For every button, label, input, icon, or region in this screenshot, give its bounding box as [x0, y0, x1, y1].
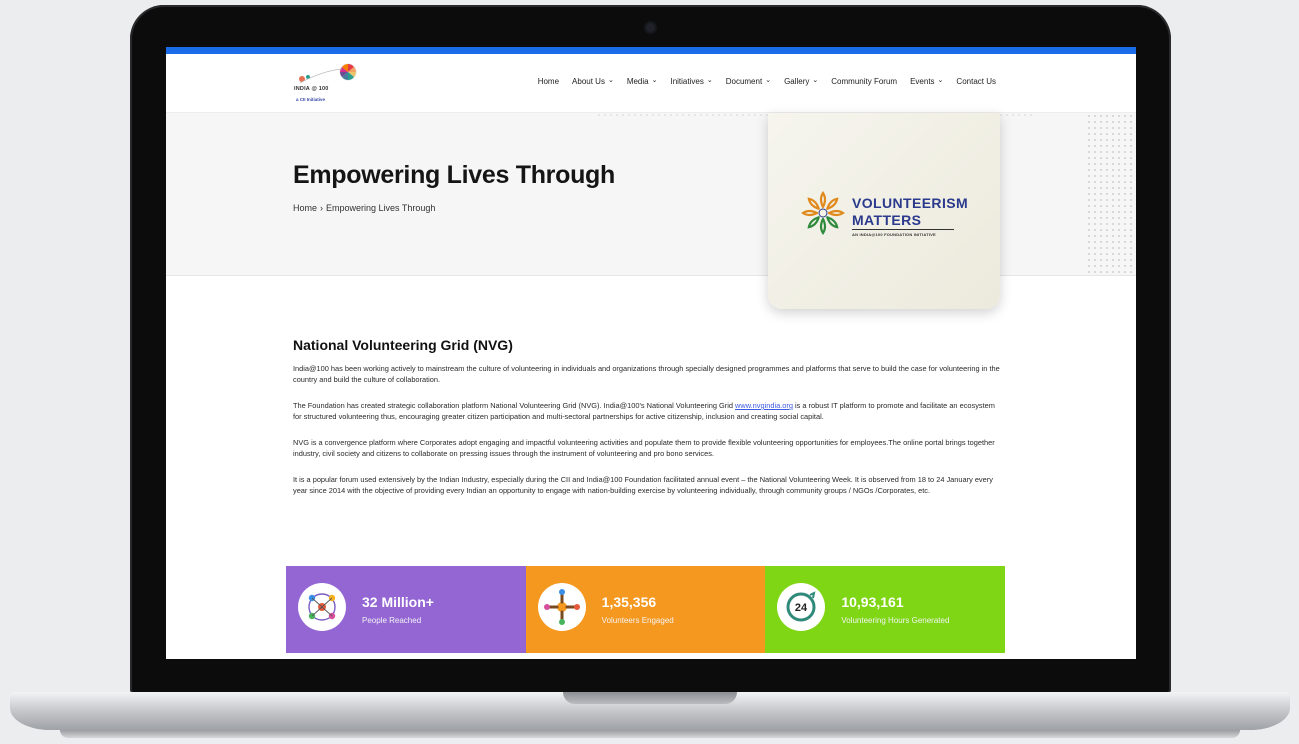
nvg-website-link[interactable]: www.nvgindia.org [735, 401, 793, 410]
24-hours-icon: 24 [786, 591, 816, 622]
chevron-down-icon: ⌄ [607, 77, 614, 84]
nav-item-contact-us[interactable]: Contact Us [956, 77, 996, 86]
stat-value: 32 Million+ [362, 594, 434, 610]
stat-icon-circle [537, 583, 586, 631]
nav-item-label: Media [626, 77, 649, 86]
volunteers-hands-icon [543, 589, 580, 625]
stat-label: Volunteers Engaged [601, 616, 674, 625]
paragraph-foundation-text-a: The Foundation has created strategic col… [293, 401, 736, 410]
main-nav: Home About Us ⌄ Media ⌄ Initiatives ⌄ Document ⌄… [538, 77, 996, 86]
nav-item-about-us[interactable]: About Us ⌄ [572, 77, 614, 86]
nav-item-community-forum[interactable]: Community Forum [831, 77, 897, 86]
breadcrumb-home-link[interactable]: Home [293, 203, 317, 213]
laptop-bottom [60, 730, 1240, 738]
volunteer-hands-flower-icon [801, 191, 845, 235]
vm-divider [852, 229, 954, 230]
nav-item-label: About Us [572, 77, 605, 86]
logo-title: INDIA @ 100 [294, 86, 329, 92]
volunteerism-matters-card: VOLUNTEERISM MATTERS AN INDIA@100 FOUNDA… [768, 113, 1000, 309]
nav-item-media[interactable]: Media ⌄ [627, 77, 658, 86]
vm-title-line1: VOLUNTEERISM [852, 195, 969, 211]
vm-tagline: AN INDIA@100 FOUNDATION INITIATIVE [852, 232, 936, 237]
chevron-down-icon: ⌄ [651, 77, 658, 84]
nav-item-document[interactable]: Document ⌄ [726, 77, 771, 86]
nav-item-gallery[interactable]: Gallery ⌄ [784, 77, 818, 86]
breadcrumb: Home › Empowering Lives Through [293, 203, 435, 213]
svg-text:24: 24 [795, 602, 808, 614]
page-title: Empowering Lives Through [293, 161, 615, 189]
breadcrumb-current: Empowering Lives Through [326, 203, 436, 213]
logo-subtitle: a CII Initiative [296, 97, 326, 102]
stats-strip: 32 Million+ People Reached 1,35,356 Volu… [286, 566, 1006, 653]
laptop-notch [563, 692, 737, 704]
dot-pattern-right [1086, 113, 1136, 275]
nav-item-label: Home [537, 77, 560, 86]
stat-icon-circle [298, 583, 346, 631]
people-network-icon [308, 593, 336, 621]
chevron-down-icon: ⌄ [937, 77, 944, 84]
nav-item-label: Events [910, 77, 935, 86]
accent-top-bar [166, 47, 1136, 54]
stat-label: Volunteering Hours Generated [841, 616, 950, 625]
stat-icon-circle: 24 [777, 583, 826, 631]
stat-value: 10,93,161 [841, 594, 904, 610]
site-header: INDIA @ 100 a CII Initiative Home About U… [166, 54, 1136, 113]
breadcrumb-separator: › [320, 203, 324, 213]
site-logo[interactable]: INDIA @ 100 a CII Initiative [292, 61, 358, 107]
stat-volunteering-hours: 24 10,93,161 Volunteering Hours Generate… [765, 566, 1006, 653]
paragraph-foundation: The Foundation has created strategic col… [293, 400, 1005, 422]
webcam [646, 23, 655, 32]
nav-item-label: Community Forum [831, 77, 898, 86]
nav-item-initiatives[interactable]: Initiatives ⌄ [670, 77, 712, 86]
nav-item-label: Contact Us [956, 77, 996, 86]
nav-item-label: Initiatives [670, 77, 704, 86]
section-title: National Volunteering Grid (NVG) [293, 337, 513, 353]
nav-item-label: Gallery [784, 77, 810, 86]
nav-item-label: Document [725, 77, 763, 86]
chevron-down-icon: ⌄ [765, 77, 772, 84]
paragraph-convergence: NVG is a convergence platform where Corp… [293, 438, 995, 458]
nav-item-events[interactable]: Events ⌄ [910, 77, 943, 86]
browser-screen: INDIA @ 100 a CII Initiative Home About U… [166, 47, 1136, 659]
paragraph-forum: It is a popular forum used extensively b… [293, 475, 993, 495]
nav-item-home[interactable]: Home [538, 77, 559, 86]
chevron-down-icon: ⌄ [812, 77, 819, 84]
stat-volunteers-engaged: 1,35,356 Volunteers Engaged [525, 566, 766, 653]
main-content: National Volunteering Grid (NVG) India@1… [293, 337, 1005, 511]
stat-people-reached: 32 Million+ People Reached [286, 566, 526, 653]
chevron-down-icon: ⌄ [706, 77, 713, 84]
vm-title-line2: MATTERS [852, 212, 922, 228]
stat-label: People Reached [362, 616, 422, 625]
stat-value: 1,35,356 [601, 594, 657, 610]
paragraph-intro: India@100 has been working actively to m… [293, 364, 1000, 384]
